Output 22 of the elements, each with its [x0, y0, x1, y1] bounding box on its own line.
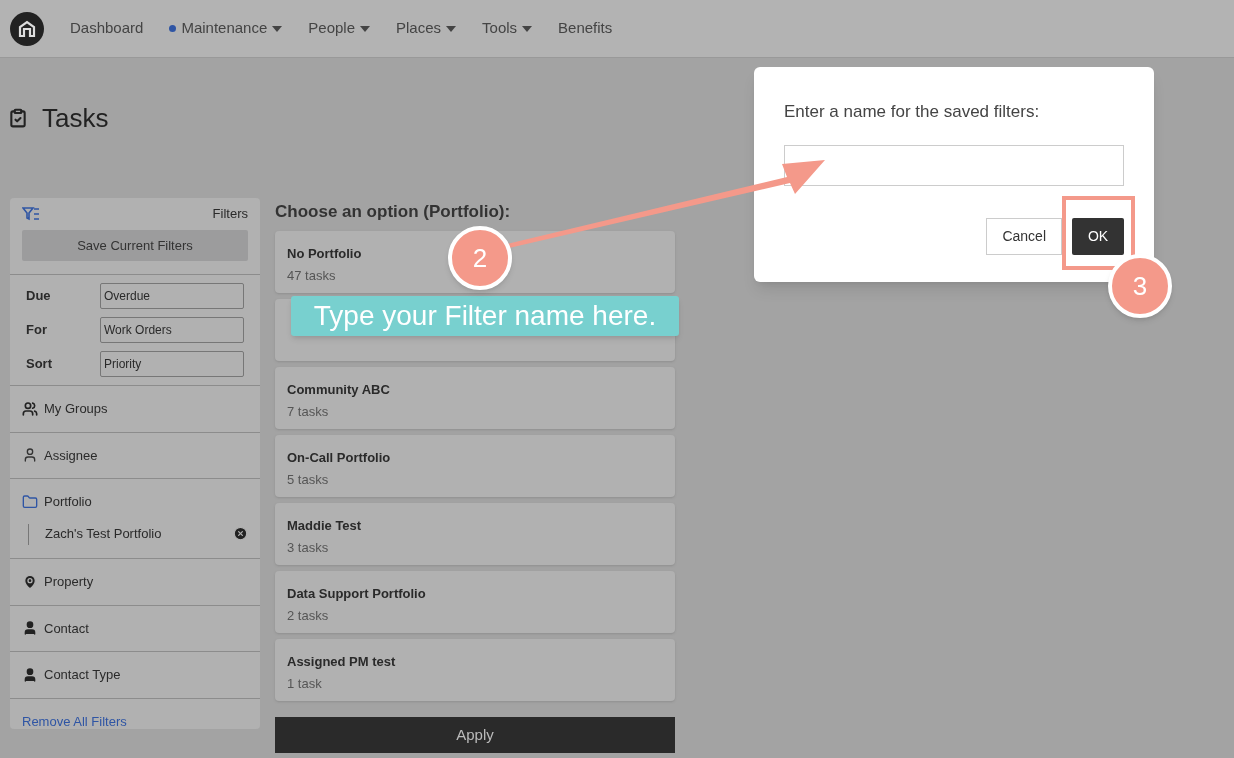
selected-filter-label: Zach's Test Portfolio — [44, 524, 162, 543]
page-title: Tasks — [42, 101, 109, 135]
option-name: On-Call Portfolio — [287, 449, 391, 467]
task-count: 7 tasks — [287, 402, 329, 421]
option-name: No Portfolio — [287, 245, 362, 263]
task-count: 5 tasks — [287, 470, 329, 489]
filter-label: For — [26, 321, 48, 340]
task-count: 2 tasks — [287, 606, 329, 625]
tip-tooltip: Type your Filter name here. — [291, 296, 679, 336]
option-name: Community ABC — [287, 381, 390, 399]
task-count: 47 tasks — [287, 266, 336, 285]
options-heading: Choose an option (Portfolio): — [275, 201, 512, 219]
filter-label: Sort — [26, 355, 53, 374]
task-count: 1 task — [287, 674, 322, 693]
task-count: 3 tasks — [287, 538, 329, 557]
option-name: Data Support Portfolio — [287, 585, 426, 603]
dialog-prompt: Enter a name for the saved filters: — [784, 101, 1041, 123]
step-number-tooltip: 3 — [1108, 254, 1172, 318]
filters-title: Filters — [212, 205, 248, 224]
option-name: Assigned PM test — [287, 653, 396, 671]
filter-label: Due — [26, 287, 52, 306]
option-name: Maddie Test — [287, 517, 362, 535]
